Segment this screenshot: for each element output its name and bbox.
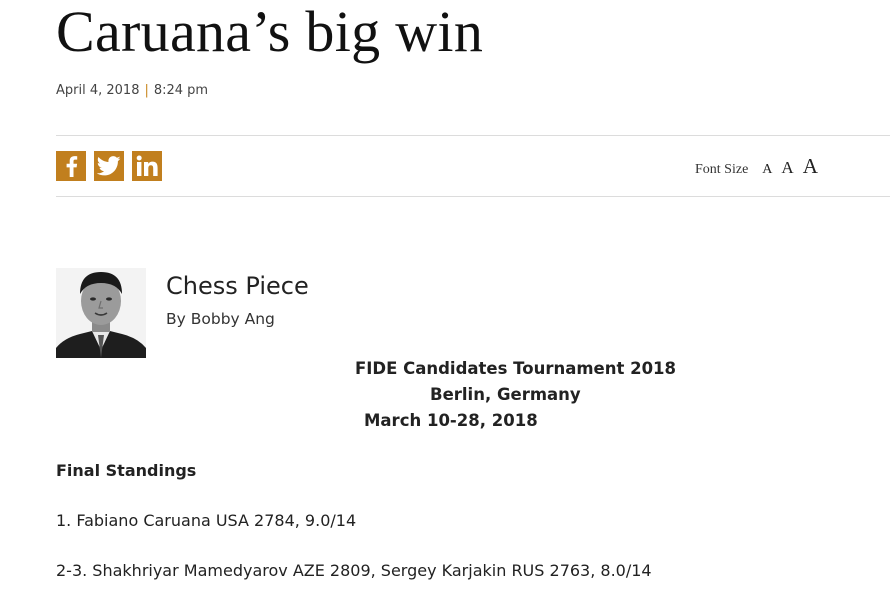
font-size-small-button[interactable]: A bbox=[762, 162, 772, 178]
article-date: April 4, 2018 bbox=[56, 83, 140, 98]
font-size-medium-button[interactable]: A bbox=[781, 158, 793, 178]
column-name: Chess Piece bbox=[166, 272, 309, 300]
twitter-icon bbox=[97, 156, 121, 176]
twitter-share-button[interactable] bbox=[94, 151, 124, 181]
author-avatar bbox=[56, 268, 146, 358]
event-title: FIDE Candidates Tournament 2018 bbox=[355, 359, 677, 378]
event-dates: March 10-28, 2018 bbox=[364, 411, 538, 430]
article-dateline: April 4, 2018 | 8:24 pm bbox=[56, 83, 208, 98]
font-size-label: Font Size bbox=[695, 162, 749, 177]
facebook-icon bbox=[66, 156, 78, 177]
divider-top bbox=[56, 135, 890, 136]
dateline-separator: | bbox=[144, 83, 149, 98]
author-byline: By Bobby Ang bbox=[166, 310, 275, 328]
standing-entry-1: 1. Fabiano Caruana USA 2784, 9.0/14 bbox=[56, 511, 357, 530]
share-buttons bbox=[56, 151, 162, 181]
article-headline: Caruana’s big win bbox=[56, 0, 484, 64]
linkedin-share-button[interactable] bbox=[132, 151, 162, 181]
divider-bottom bbox=[56, 196, 890, 197]
event-location: Berlin, Germany bbox=[430, 385, 581, 404]
font-size-large-button[interactable]: A bbox=[803, 154, 818, 179]
font-size-control: Font Size A A A bbox=[695, 154, 818, 184]
facebook-share-button[interactable] bbox=[56, 151, 86, 181]
linkedin-icon bbox=[136, 155, 158, 176]
standings-heading: Final Standings bbox=[56, 461, 197, 480]
standing-entry-2: 2-3. Shakhriyar Mamedyarov AZE 2809, Ser… bbox=[56, 561, 652, 580]
article-time: 8:24 pm bbox=[153, 83, 209, 98]
